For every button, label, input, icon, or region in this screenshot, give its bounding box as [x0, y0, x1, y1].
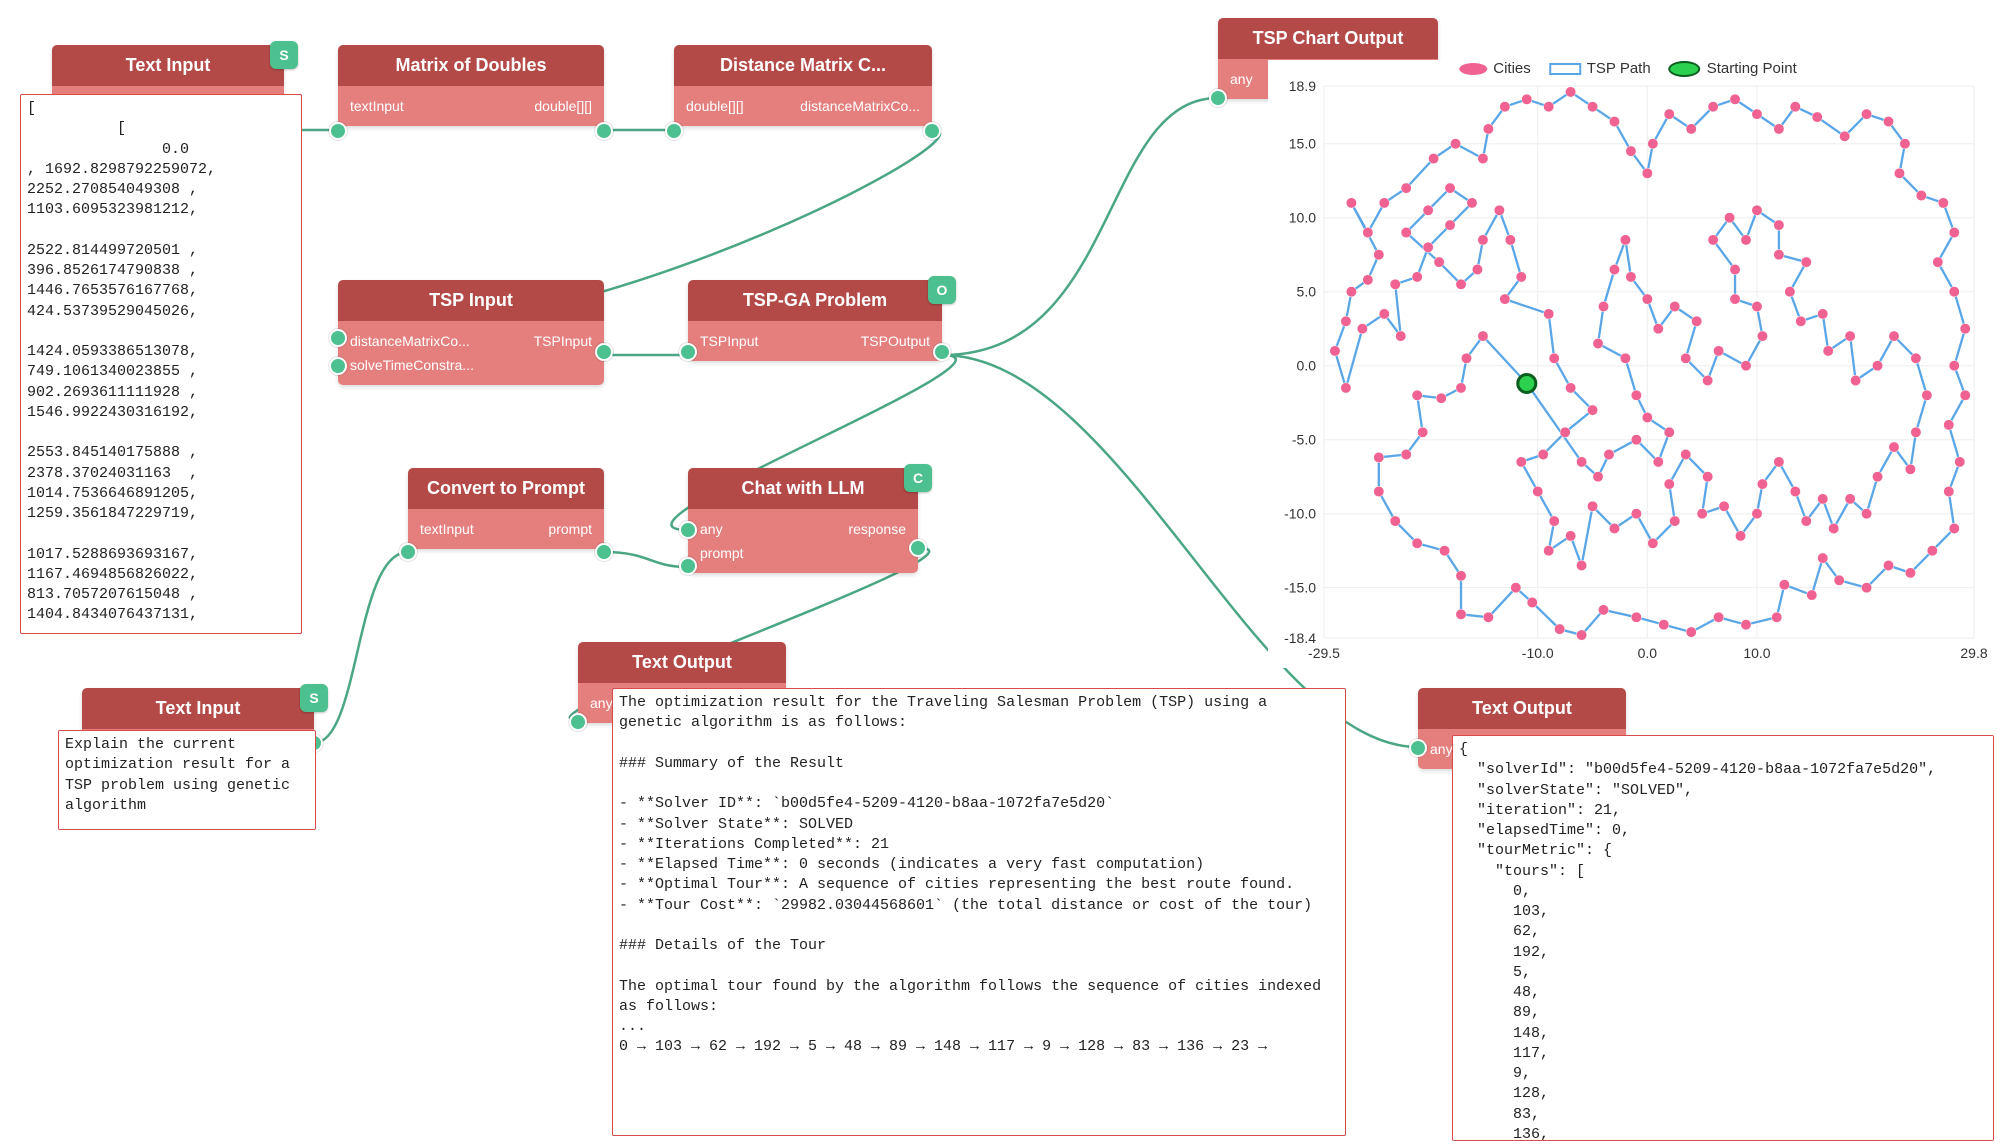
svg-text:-10.0: -10.0 [1284, 506, 1316, 522]
svg-text:0.0: 0.0 [1297, 358, 1317, 374]
node-title: TSP Input [338, 280, 604, 321]
port-label-in: TSPInput [700, 333, 758, 349]
badge-s: S [300, 684, 328, 712]
node-title: Text Input [52, 45, 284, 86]
port-out[interactable] [933, 343, 951, 361]
node-title: Convert to Prompt [408, 468, 604, 509]
node-llm[interactable]: Chat with LLM any response prompt C [688, 468, 918, 573]
node-title: TSP-GA Problem [688, 280, 942, 321]
badge-o: O [928, 276, 956, 304]
port-label-in: solveTimeConstra... [350, 357, 474, 373]
port-label-in: prompt [700, 545, 744, 561]
svg-text:-18.4: -18.4 [1284, 630, 1316, 646]
panel-text: [ [ 0.0 , 1692.8298792259072, 2252.27085… [27, 99, 295, 626]
port-in[interactable] [569, 713, 587, 731]
svg-text:-5.0: -5.0 [1292, 432, 1316, 448]
port-label-out: distanceMatrixCo... [800, 98, 920, 114]
port-out-response[interactable] [909, 539, 927, 557]
panel-text: Explain the current optimization result … [65, 735, 309, 816]
badge-s: S [270, 41, 298, 69]
port-in-0[interactable] [329, 329, 347, 347]
port-label-in: textInput [350, 98, 404, 114]
port-label-out: TSPInput [534, 333, 592, 349]
port-out[interactable] [923, 122, 941, 140]
svg-text:-15.0: -15.0 [1284, 580, 1316, 596]
chart-legend: Cities TSP Path Starting Point [1459, 60, 1797, 77]
port-label-out: TSPOutput [861, 333, 930, 349]
svg-text:18.9: 18.9 [1289, 78, 1316, 94]
port-label-in: any [1430, 741, 1453, 757]
svg-text:0.0: 0.0 [1638, 645, 1658, 661]
legend-label: Starting Point [1707, 60, 1797, 77]
svg-text:29.8: 29.8 [1960, 645, 1987, 661]
node-title: Text Input [82, 688, 314, 729]
panel-text: The optimization result for the Travelin… [619, 693, 1339, 1058]
svg-text:10.0: 10.0 [1289, 210, 1316, 226]
port-out[interactable] [595, 343, 613, 361]
panel-llm-response[interactable]: The optimization result for the Travelin… [612, 688, 1346, 1136]
node-title: Text Output [578, 642, 786, 683]
panel-matrix-text[interactable]: [ [ 0.0 , 1692.8298792259072, 2252.27085… [20, 94, 302, 634]
svg-text:5.0: 5.0 [1297, 284, 1317, 300]
node-tsp-input[interactable]: TSP Input distanceMatrixCo... TSPInput s… [338, 280, 604, 385]
port-label-in: any [1230, 71, 1253, 87]
port-in-any[interactable] [679, 521, 697, 539]
port-label-out: prompt [548, 521, 592, 537]
node-distance-matrix[interactable]: Distance Matrix C... double[][] distance… [674, 45, 932, 126]
port-label-in: any [700, 521, 723, 537]
legend-label: TSP Path [1587, 60, 1651, 77]
port-in[interactable] [399, 543, 417, 561]
port-label-out: double[][] [534, 98, 592, 114]
port-label-in: distanceMatrixCo... [350, 333, 470, 349]
svg-text:-10.0: -10.0 [1522, 645, 1554, 661]
port-label-in: double[][] [686, 98, 744, 114]
port-in[interactable] [665, 122, 683, 140]
port-label-in: textInput [420, 521, 474, 537]
svg-text:-29.5: -29.5 [1308, 645, 1340, 661]
port-in[interactable] [1409, 739, 1427, 757]
port-label-out: response [848, 521, 906, 537]
port-in-prompt[interactable] [679, 557, 697, 575]
svg-text:15.0: 15.0 [1289, 136, 1316, 152]
panel-text: { "solverId": "b00d5fe4-5209-4120-b8aa-1… [1459, 740, 1987, 1141]
node-tsp-ga[interactable]: TSP-GA Problem TSPInput TSPOutput O [688, 280, 942, 361]
node-title: Distance Matrix C... [674, 45, 932, 86]
badge-c: C [904, 464, 932, 492]
port-in-1[interactable] [329, 357, 347, 375]
panel-json-response[interactable]: { "solverId": "b00d5fe4-5209-4120-b8aa-1… [1452, 735, 1994, 1141]
node-to-prompt[interactable]: Convert to Prompt textInput prompt [408, 468, 604, 549]
node-title: Chat with LLM [688, 468, 918, 509]
port-in[interactable] [329, 122, 347, 140]
node-title: Matrix of Doubles [338, 45, 604, 86]
panel-prompt-text[interactable]: Explain the current optimization result … [58, 730, 316, 830]
node-matrix-doubles[interactable]: Matrix of Doubles textInput double[][] [338, 45, 604, 126]
node-title: TSP Chart Output [1218, 18, 1438, 59]
port-label-in: any [590, 695, 613, 711]
svg-text:10.0: 10.0 [1743, 645, 1770, 661]
port-in[interactable] [679, 343, 697, 361]
port-out[interactable] [595, 122, 613, 140]
node-title: Text Output [1418, 688, 1626, 729]
legend-label: Cities [1493, 60, 1531, 77]
port-out[interactable] [595, 543, 613, 561]
tsp-chart[interactable]: Cities TSP Path Starting Point -29.5 -10.… [1268, 60, 1988, 668]
port-in[interactable] [1209, 89, 1227, 107]
